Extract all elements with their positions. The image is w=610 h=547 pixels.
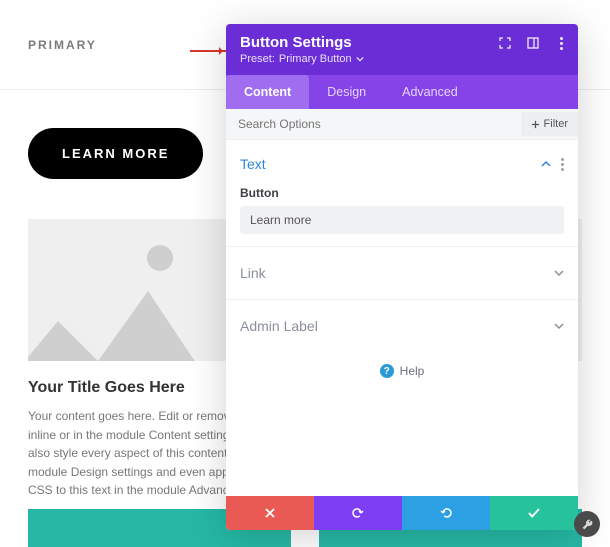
help-icon: ?: [380, 364, 394, 378]
search-input[interactable]: [226, 109, 521, 139]
panel-tabs: Content Design Advanced: [226, 75, 578, 109]
divider: [226, 246, 578, 247]
help-link[interactable]: ? Help: [240, 364, 564, 378]
wrench-icon: [581, 518, 594, 531]
preset-label: Preset:: [240, 53, 275, 65]
nav-item-primary[interactable]: PRIMARY: [28, 38, 97, 52]
panel-preset[interactable]: Preset: Primary Button: [240, 53, 564, 65]
section-label: Link: [240, 265, 266, 281]
plus-icon: [531, 120, 540, 129]
filter-label: Filter: [544, 118, 568, 130]
section-link[interactable]: Link: [240, 259, 564, 287]
floating-settings-button[interactable]: [574, 511, 600, 537]
section-text[interactable]: Text: [240, 150, 564, 178]
settings-panel: Button Settings Preset: Primary Button C…: [226, 24, 578, 530]
chevron-down-icon: [356, 55, 364, 63]
chevron-up-icon: [541, 159, 551, 169]
annotation-arrow: [190, 50, 226, 52]
redo-button[interactable]: [402, 496, 490, 530]
divider: [226, 299, 578, 300]
field-label-button: Button: [240, 186, 564, 200]
panel-footer: [226, 496, 578, 530]
tab-design[interactable]: Design: [309, 75, 384, 109]
chevron-down-icon: [554, 268, 564, 278]
panel-body: Text Button Link Admin Label ? Help: [226, 140, 578, 496]
tab-advanced[interactable]: Advanced: [384, 75, 476, 109]
learn-more-button[interactable]: LEARN MORE: [28, 128, 203, 179]
preset-value: Primary Button: [279, 53, 352, 65]
expand-icon[interactable]: [498, 36, 512, 50]
button-text-input[interactable]: [240, 206, 564, 234]
save-button[interactable]: [490, 496, 578, 530]
filter-button[interactable]: Filter: [521, 112, 578, 136]
panel-search-row: Filter: [226, 109, 578, 140]
cancel-button[interactable]: [226, 496, 314, 530]
snap-icon[interactable]: [526, 36, 540, 50]
section-label: Text: [240, 156, 266, 172]
section-admin-label[interactable]: Admin Label: [240, 312, 564, 340]
chevron-down-icon: [554, 321, 564, 331]
panel-header[interactable]: Button Settings Preset: Primary Button: [226, 24, 578, 75]
kebab-menu-icon[interactable]: [554, 36, 568, 50]
tab-content[interactable]: Content: [226, 75, 309, 109]
help-label: Help: [400, 364, 425, 378]
kebab-menu-icon[interactable]: [561, 158, 564, 171]
section-label: Admin Label: [240, 318, 318, 334]
undo-button[interactable]: [314, 496, 402, 530]
